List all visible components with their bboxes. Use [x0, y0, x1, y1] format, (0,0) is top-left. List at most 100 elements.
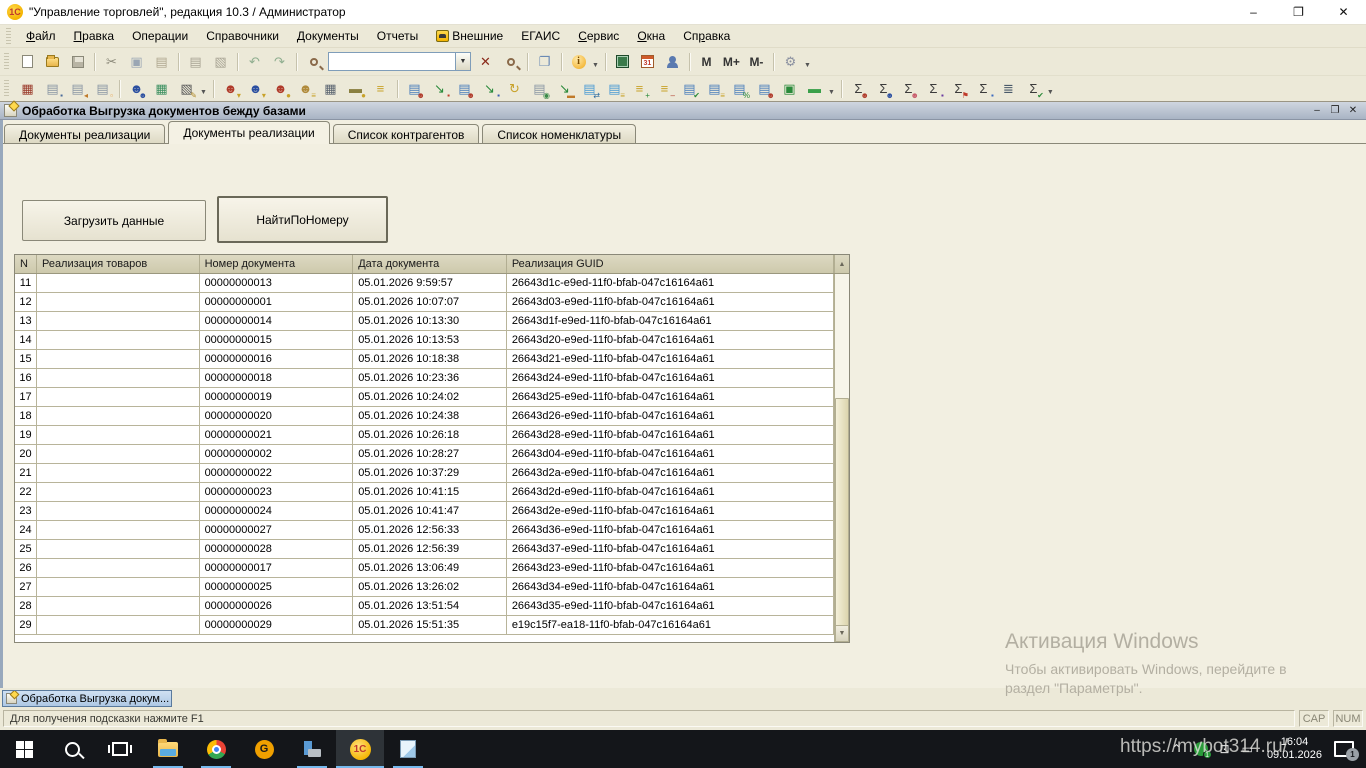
search-input[interactable] — [328, 52, 456, 71]
calculator-icon[interactable] — [611, 51, 634, 73]
table-row[interactable]: 220000000002305.01.2026 10:41:1526643d2d… — [15, 483, 834, 502]
child-restore-button[interactable]: ❐ — [1326, 104, 1344, 118]
table-row[interactable]: 130000000001405.01.2026 10:13:3026643d1f… — [15, 312, 834, 331]
tray-chevron-up-icon[interactable]: ⌃ — [1171, 742, 1181, 756]
cut-icon[interactable]: ✂ — [100, 51, 123, 73]
table-row[interactable]: 170000000001905.01.2026 10:24:0226643d25… — [15, 388, 834, 407]
info-icon[interactable]: i — [567, 51, 590, 73]
child-minimize-button[interactable]: – — [1308, 104, 1326, 118]
table-row[interactable]: 200000000000205.01.2026 10:28:2726643d04… — [15, 445, 834, 464]
copy-icon[interactable]: ▣ — [125, 51, 148, 73]
memory-mplus-icon[interactable]: M+ — [720, 51, 743, 73]
notification-center-icon[interactable]: 1 — [1334, 741, 1354, 757]
start-button[interactable] — [0, 730, 48, 768]
table-row[interactable]: 160000000001805.01.2026 10:23:3626643d24… — [15, 369, 834, 388]
close-button[interactable]: ✕ — [1321, 0, 1366, 25]
find-icon[interactable] — [302, 51, 325, 73]
tray-antivirus-icon[interactable]: 1 — [1194, 742, 1208, 756]
tab-2[interactable]: Документы реализации — [168, 121, 329, 144]
forward-icon[interactable]: ↷ — [268, 51, 291, 73]
doc-approved-icon[interactable]: ▤✔ — [678, 78, 701, 100]
table-row[interactable]: 290000000002905.01.2026 15:51:35e19c15f7… — [15, 616, 834, 635]
table-row[interactable]: 150000000001605.01.2026 10:18:3826643d21… — [15, 350, 834, 369]
onec-app-button[interactable]: 1С — [336, 730, 384, 768]
tray-network-icon[interactable]: ⊡ — [1220, 742, 1230, 756]
taskbar-search-button[interactable] — [48, 730, 96, 768]
column-header[interactable]: Дата документа — [353, 255, 507, 273]
menu-справка[interactable]: Справка — [674, 26, 739, 46]
coins-stack-icon[interactable]: ≡ — [369, 78, 392, 100]
menu-окна[interactable]: Окна — [628, 26, 674, 46]
back-icon[interactable]: ↶ — [243, 51, 266, 73]
table-row[interactable]: 110000000001305.01.2026 9:59:5726643d1c-… — [15, 274, 834, 293]
print-preview-icon[interactable]: ▧ — [209, 51, 232, 73]
report-universal-icon[interactable]: Σ✔ — [1022, 78, 1045, 100]
vertical-scrollbar[interactable]: ▼ — [834, 274, 849, 642]
notepad-button[interactable] — [384, 730, 432, 768]
child-window-header[interactable]: Обработка Выгрузка документов бежду база… — [0, 102, 1366, 120]
buyer-order-icon[interactable]: ☻▾ — [244, 78, 267, 100]
sales-return-icon[interactable]: ▤☻ — [453, 78, 476, 100]
table-row[interactable]: 240000000002705.01.2026 12:56:3326643d36… — [15, 521, 834, 540]
doc-percent-icon[interactable]: ▤% — [728, 78, 751, 100]
table-row[interactable]: 260000000001705.01.2026 13:06:4926643d23… — [15, 559, 834, 578]
report-planning-icon[interactable]: Σ▪ — [922, 78, 945, 100]
column-header[interactable]: N — [15, 255, 37, 273]
cash-in-icon[interactable]: ≡+ — [628, 78, 651, 100]
minimize-button[interactable]: – — [1231, 0, 1276, 25]
doc-revaluate-icon[interactable]: ▤≡ — [603, 78, 626, 100]
browser-g-button[interactable]: G — [240, 730, 288, 768]
tab-1[interactable]: Документы реализации — [4, 124, 165, 144]
table-row[interactable]: 180000000002005.01.2026 10:24:3826643d26… — [15, 407, 834, 426]
search-combobox[interactable]: ▼ — [328, 52, 471, 71]
coins-doc-icon[interactable]: ▤≡ — [703, 78, 726, 100]
dropdown-arrow-icon[interactable]: ▼ — [1047, 89, 1054, 96]
dropdown-arrow-icon[interactable]: ▼ — [828, 89, 835, 96]
table-row[interactable]: 270000000002505.01.2026 13:26:0226643d34… — [15, 578, 834, 597]
fiscal-printer-icon[interactable]: ▤▪ — [41, 78, 64, 100]
chrome-button[interactable] — [192, 730, 240, 768]
scrollbar-track[interactable] — [835, 274, 849, 624]
load-data-button[interactable]: Загрузить данные — [22, 200, 206, 241]
menu-файл[interactable]: Файл — [17, 26, 65, 46]
archive-cabinet-icon[interactable]: ▦ — [16, 78, 39, 100]
memory-mminus-icon[interactable]: M- — [745, 51, 768, 73]
taskbar-clock[interactable]: 16:04 09.01.2026 — [1267, 736, 1322, 762]
report-purchases-icon[interactable]: Σ☻ — [872, 78, 895, 100]
doc-search-icon[interactable]: ▤◉ — [528, 78, 551, 100]
cash-out-icon[interactable]: ≡– — [653, 78, 676, 100]
scroll-down-icon[interactable]: ▼ — [835, 624, 849, 642]
table-row[interactable]: 250000000002805.01.2026 12:56:3926643d37… — [15, 540, 834, 559]
menu-отчеты[interactable]: Отчеты — [368, 26, 427, 46]
remote-tool-button[interactable] — [288, 730, 336, 768]
debt-coins-icon[interactable]: ☻≡ — [294, 78, 317, 100]
shipment-icon[interactable]: ↘▪ — [478, 78, 501, 100]
child-close-button[interactable]: ✕ — [1344, 104, 1362, 118]
menu-правка[interactable]: Правка — [65, 26, 124, 46]
contractors-icon[interactable]: ☻☻ — [125, 78, 148, 100]
report-money-icon[interactable]: Σ▪ — [972, 78, 995, 100]
report-sales-icon[interactable]: Σ☻ — [847, 78, 870, 100]
column-header[interactable]: Реализация GUID — [507, 255, 834, 273]
save-icon[interactable] — [66, 51, 89, 73]
column-header[interactable]: Номер документа — [200, 255, 354, 273]
table-header-row[interactable]: NРеализация товаровНомер документаДата д… — [15, 255, 849, 274]
windows-icon[interactable]: ❐ — [533, 51, 556, 73]
table-row[interactable]: 210000000002205.01.2026 10:37:2926643d2a… — [15, 464, 834, 483]
menu-документы[interactable]: Документы — [288, 26, 368, 46]
table-row[interactable]: 230000000002405.01.2026 10:41:4726643d2e… — [15, 502, 834, 521]
tab-4[interactable]: Список номенклатуры — [482, 124, 636, 144]
print-icon[interactable]: ▤ — [184, 51, 207, 73]
dropdown-arrow-icon[interactable]: ▼ — [200, 89, 207, 96]
paste-icon[interactable]: ▤ — [150, 51, 173, 73]
buyer-icon[interactable]: ☻▾ — [219, 78, 242, 100]
price-table-icon[interactable]: ▦ — [150, 78, 173, 100]
menu-внешние[interactable]: Внешние — [427, 26, 512, 46]
table-row[interactable]: 140000000001505.01.2026 10:13:5326643d20… — [15, 331, 834, 350]
child-window-taskbar-button[interactable]: Обработка Выгрузка докум... — [2, 690, 172, 707]
money-turnover-icon[interactable]: ↻ — [503, 78, 526, 100]
supplier-order-icon[interactable]: ☻● — [269, 78, 292, 100]
report-contractors-icon[interactable]: Σ☻ — [897, 78, 920, 100]
find-by-number-button[interactable]: НайтиПоНомеру — [217, 196, 388, 243]
return-supplier-icon[interactable]: ↘▬ — [553, 78, 576, 100]
